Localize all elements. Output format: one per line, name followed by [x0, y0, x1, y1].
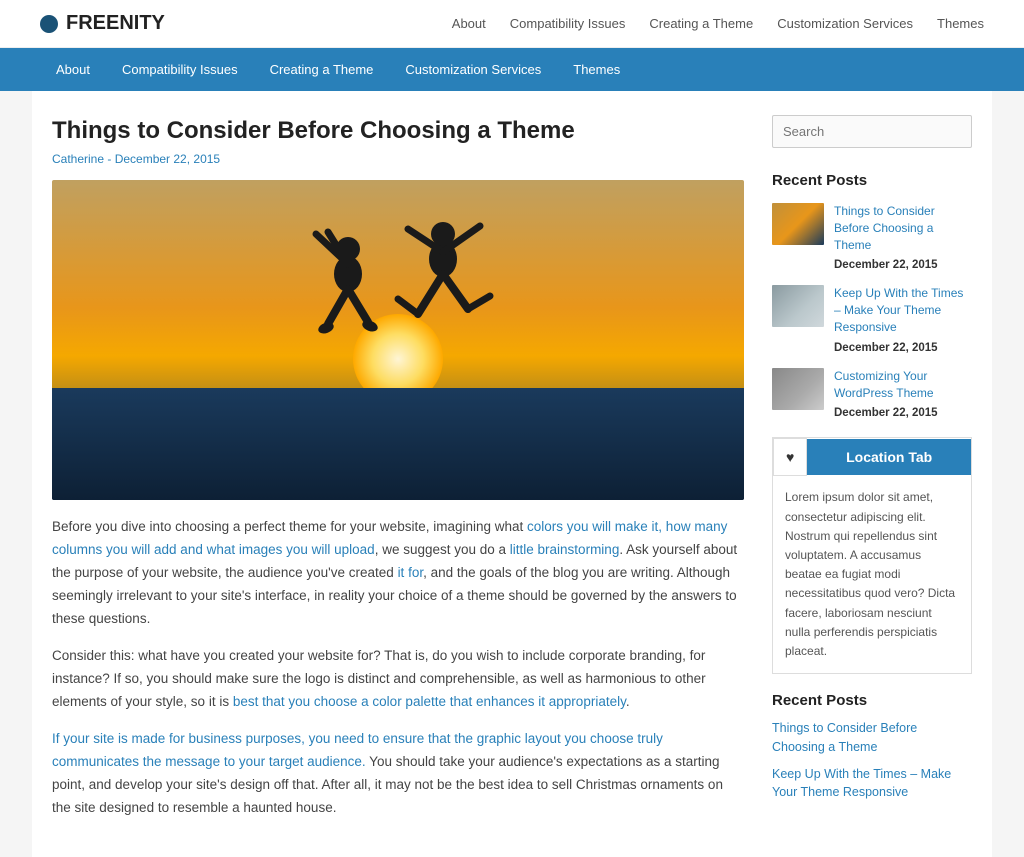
recent-post-thumb-2	[772, 285, 824, 327]
recent-posts-title-2: Recent Posts	[772, 692, 972, 709]
blue-nav-creating[interactable]: Creating a Theme	[254, 48, 390, 91]
recent-post-date-3: December 22, 2015	[834, 407, 938, 419]
top-nav-compatibility[interactable]: Compatibility Issues	[510, 16, 626, 31]
recent-post-info-3: Customizing Your WordPress Theme Decembe…	[834, 368, 972, 420]
top-nav-creating[interactable]: Creating a Theme	[649, 16, 753, 31]
site-logo: FREENITY	[40, 12, 165, 35]
recent-posts-section: Recent Posts Things to Consider Before C…	[772, 172, 972, 419]
location-heart-icon: ♥	[773, 438, 807, 476]
logo-text: FREENITY	[66, 12, 165, 35]
blue-nav-customization[interactable]: Customization Services	[389, 48, 557, 91]
recent-post-thumb-3	[772, 368, 824, 410]
recent-links-list: Things to Consider Before Choosing a The…	[772, 719, 972, 802]
logo-dot	[40, 15, 58, 33]
blue-nav-compatibility[interactable]: Compatibility Issues	[106, 48, 254, 91]
location-tab-button[interactable]: Location Tab	[807, 439, 971, 475]
search-box[interactable]: 🔍	[772, 115, 972, 148]
recent-post-date-2: December 22, 2015	[834, 342, 938, 354]
top-header: FREENITY About Compatibility Issues Crea…	[0, 0, 1024, 48]
sidebar: 🔍 Recent Posts Things to Consider Before…	[772, 115, 972, 833]
recent-post-item-3: Customizing Your WordPress Theme Decembe…	[772, 368, 972, 420]
post-paragraph-1: Before you dive into choosing a perfect …	[52, 516, 744, 631]
recent-link-1[interactable]: Things to Consider Before Choosing a The…	[772, 719, 972, 757]
recent-post-item-1: Things to Consider Before Choosing a The…	[772, 203, 972, 271]
post-hero-image	[52, 180, 744, 500]
horizon-graphic	[52, 388, 744, 500]
recent-post-info-1: Things to Consider Before Choosing a The…	[834, 203, 972, 271]
search-input[interactable]	[773, 116, 969, 147]
blue-nav-about[interactable]: About	[40, 48, 106, 91]
recent-post-thumb-1	[772, 203, 824, 245]
recent-posts-title: Recent Posts	[772, 172, 972, 189]
content-area: Things to Consider Before Choosing a The…	[52, 115, 744, 833]
post-meta: Catherine - December 22, 2015	[52, 152, 744, 166]
top-nav-customization[interactable]: Customization Services	[777, 16, 913, 31]
recent-post-link-2[interactable]: Keep Up With the Times – Make Your Theme…	[834, 285, 972, 335]
post-paragraph-2: Consider this: what have you created you…	[52, 645, 744, 714]
recent-post-link-1[interactable]: Things to Consider Before Choosing a The…	[834, 203, 972, 253]
recent-post-link-3[interactable]: Customizing Your WordPress Theme	[834, 368, 972, 402]
location-tab-body: Lorem ipsum dolor sit amet, consectetur …	[773, 476, 971, 673]
main-container: Things to Consider Before Choosing a The…	[32, 91, 992, 857]
recent-post-info-2: Keep Up With the Times – Make Your Theme…	[834, 285, 972, 353]
blue-nav-bar: About Compatibility Issues Creating a Th…	[0, 48, 1024, 91]
blue-nav-themes[interactable]: Themes	[557, 48, 636, 91]
post-title: Things to Consider Before Choosing a The…	[52, 115, 744, 146]
post-paragraph-3: If your site is made for business purpos…	[52, 728, 744, 820]
top-nav-about[interactable]: About	[452, 16, 486, 31]
recent-post-date-1: December 22, 2015	[834, 259, 938, 271]
top-nav-themes[interactable]: Themes	[937, 16, 984, 31]
recent-posts-section-2: Recent Posts Things to Consider Before C…	[772, 692, 972, 802]
post-body: Before you dive into choosing a perfect …	[52, 516, 744, 819]
recent-link-2[interactable]: Keep Up With the Times – Make Your Theme…	[772, 765, 972, 803]
silhouette-svg	[268, 204, 528, 404]
search-icon: 🔍	[969, 117, 972, 147]
location-tab-widget: ♥ Location Tab Lorem ipsum dolor sit ame…	[772, 437, 972, 674]
recent-post-item-2: Keep Up With the Times – Make Your Theme…	[772, 285, 972, 353]
top-navigation: About Compatibility Issues Creating a Th…	[452, 16, 984, 31]
location-tab-header: ♥ Location Tab	[773, 438, 971, 476]
